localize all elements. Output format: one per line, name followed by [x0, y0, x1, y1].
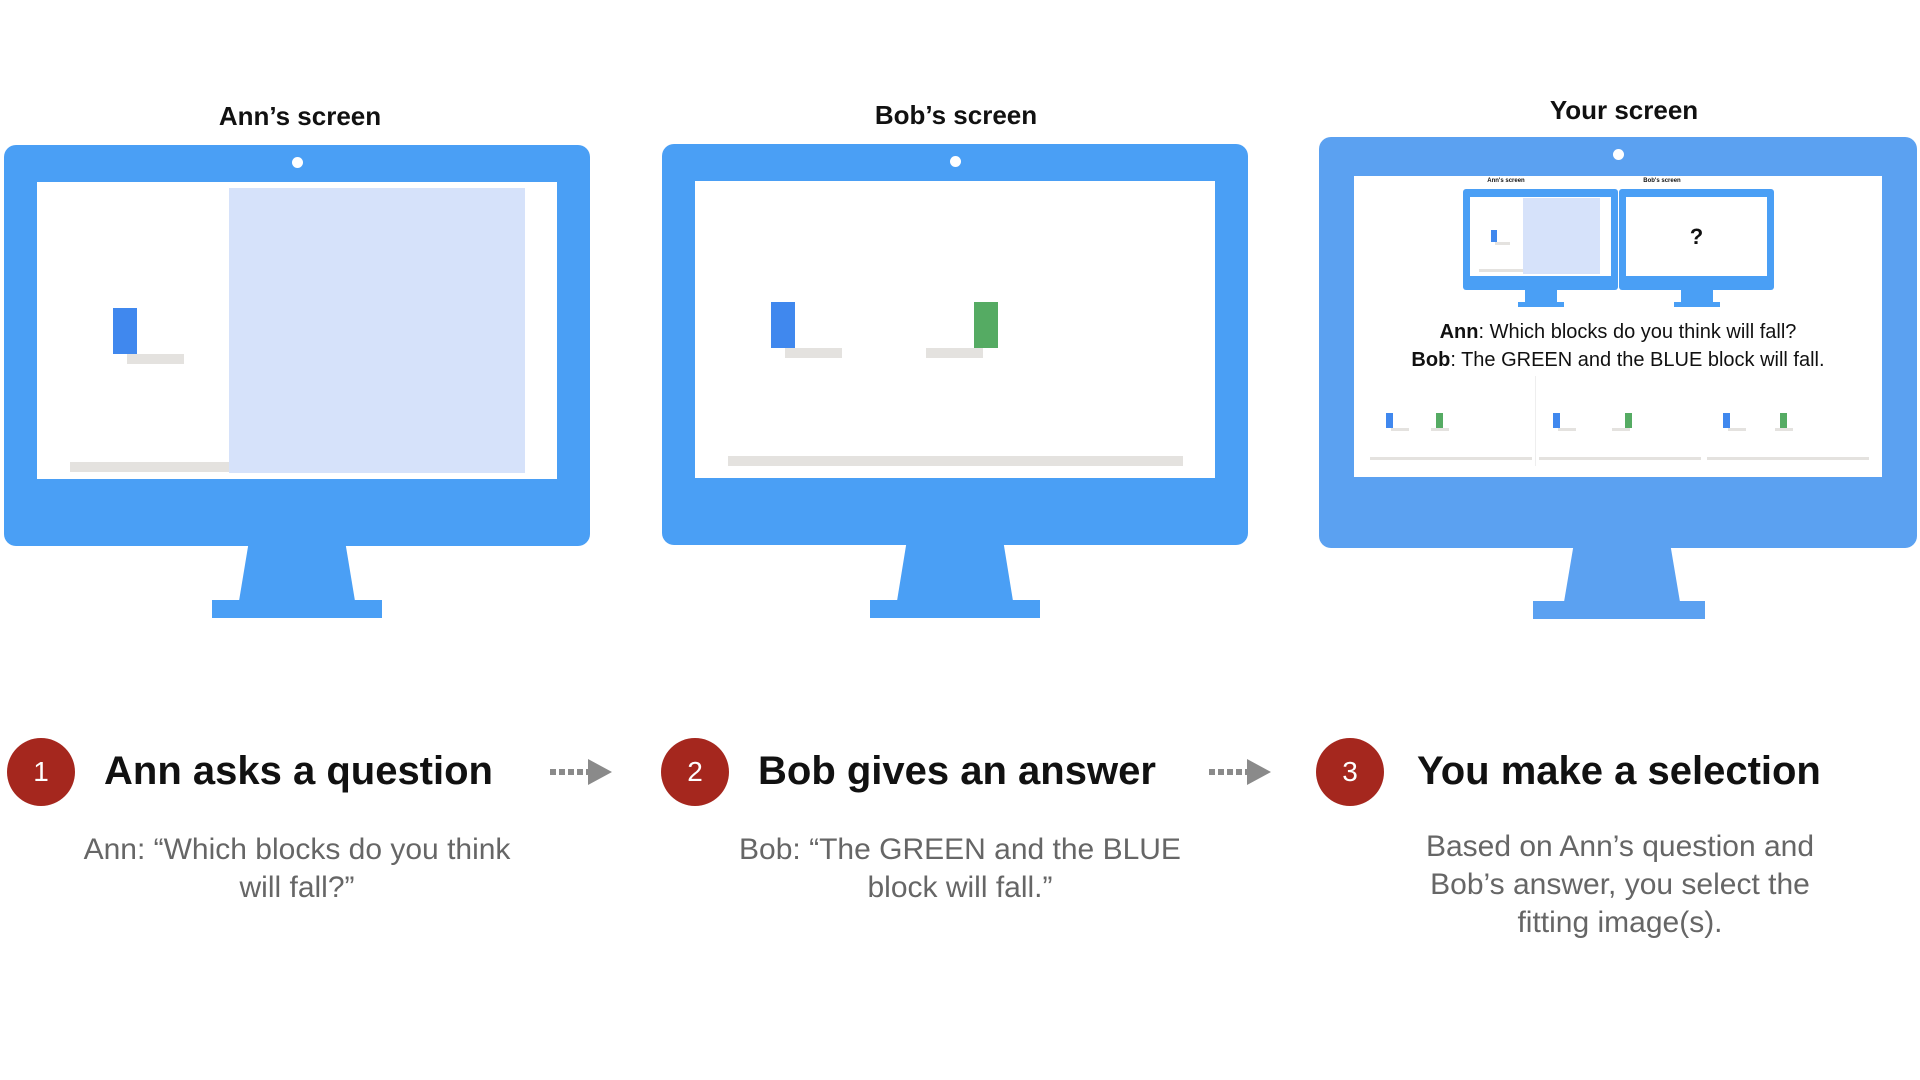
ledge — [1728, 428, 1746, 431]
selection-image-1[interactable] — [1367, 376, 1536, 466]
step-description: Bob: “The GREEN and the BLUE block will … — [680, 831, 1240, 907]
green-block — [974, 302, 998, 348]
mini-title-ann: Ann's screen — [1487, 178, 1525, 184]
display-area — [37, 182, 557, 479]
description-line: will fall?” — [239, 871, 355, 904]
mini-title-bob: Bob's screen — [1643, 178, 1681, 184]
ledge — [785, 348, 842, 358]
screen-title-your: Your screen — [1549, 95, 1699, 125]
monitor-stand — [897, 544, 1013, 601]
step-heading: Ann asks a question — [104, 749, 493, 793]
webcam-dot — [292, 157, 303, 168]
ledge — [926, 348, 983, 358]
step-heading: Bob gives an answer — [758, 749, 1156, 793]
ledge — [1775, 428, 1793, 431]
mini-base — [1518, 302, 1564, 307]
description-line: Ann: “Which blocks do you think — [83, 833, 511, 866]
ledge — [1391, 428, 1409, 431]
dialogue-line-bob: Bob: The GREEN and the BLUE block will f… — [1354, 346, 1882, 374]
step-number-circle: 3 — [1316, 738, 1384, 806]
blue-block — [113, 308, 137, 354]
mini-base — [1674, 302, 1720, 307]
ground — [1479, 269, 1523, 272]
description-line: Bob’s answer, you select the — [1430, 868, 1810, 901]
mini-monitor-ann — [1463, 189, 1618, 290]
step-description: Ann: “Which blocks do you think will fal… — [17, 831, 577, 907]
blue-block — [1553, 413, 1560, 428]
monitor-stand — [239, 545, 355, 601]
ground — [1370, 457, 1532, 460]
ledge — [1612, 428, 1630, 431]
blue-block — [1723, 413, 1730, 428]
ground — [728, 456, 1183, 466]
blue-block — [1386, 413, 1393, 428]
description-line: fitting image(s). — [1517, 906, 1723, 939]
blue-block — [771, 302, 795, 348]
monitor-stand — [1564, 547, 1680, 602]
monitor-base — [870, 600, 1040, 618]
mini-display — [1470, 197, 1611, 276]
green-block — [1436, 413, 1443, 428]
ledge — [127, 354, 184, 364]
hidden-region — [229, 188, 525, 473]
dialogue: Ann: Which blocks do you think will fall… — [1354, 318, 1882, 374]
monitor-base — [212, 600, 382, 618]
ledge — [1558, 428, 1576, 431]
speaker-ann: Ann — [1439, 321, 1479, 343]
hidden-question-mark: ? — [1689, 223, 1704, 249]
step-description: Based on Ann’s question and Bob’s answer… — [1340, 828, 1900, 942]
ground — [70, 462, 229, 472]
ground — [1539, 457, 1701, 460]
webcam-dot — [950, 156, 961, 167]
mini-display: ? — [1626, 197, 1767, 276]
ledge — [1431, 428, 1449, 431]
dialogue-text-ann: : Which blocks do you think will fall? — [1478, 321, 1797, 343]
green-block — [1780, 413, 1787, 428]
ground — [1707, 457, 1869, 460]
monitor-base — [1533, 601, 1705, 619]
ledge — [1495, 242, 1510, 245]
speaker-bob: Bob — [1411, 349, 1451, 371]
arrow-icon — [1209, 759, 1271, 785]
screen-title-bob: Bob’s screen — [874, 100, 1038, 130]
description-line: Bob: “The GREEN and the BLUE — [739, 833, 1181, 866]
webcam-dot — [1613, 149, 1624, 160]
blue-block — [1491, 230, 1497, 242]
mini-monitor-bob: ? — [1619, 189, 1774, 290]
selection-image-3[interactable] — [1704, 376, 1872, 466]
dialogue-line-ann: Ann: Which blocks do you think will fall… — [1354, 318, 1882, 346]
screen-title-ann: Ann’s screen — [218, 101, 382, 131]
step-number-circle: 2 — [661, 738, 729, 806]
dialogue-text-bob: : The GREEN and the BLUE block will fall… — [1450, 349, 1825, 371]
step-number-circle: 1 — [7, 738, 75, 806]
green-block — [1625, 413, 1632, 428]
selection-image-2[interactable] — [1536, 376, 1705, 466]
step-heading: You make a selection — [1417, 749, 1821, 793]
hidden-region — [1523, 198, 1600, 274]
display-area — [695, 181, 1215, 478]
description-line: Based on Ann’s question and — [1425, 830, 1815, 863]
display-area: Ann's screen Bob's screen ? Ann: Which b… — [1354, 176, 1882, 477]
arrow-icon — [550, 759, 612, 785]
description-line: block will fall.” — [867, 871, 1053, 904]
